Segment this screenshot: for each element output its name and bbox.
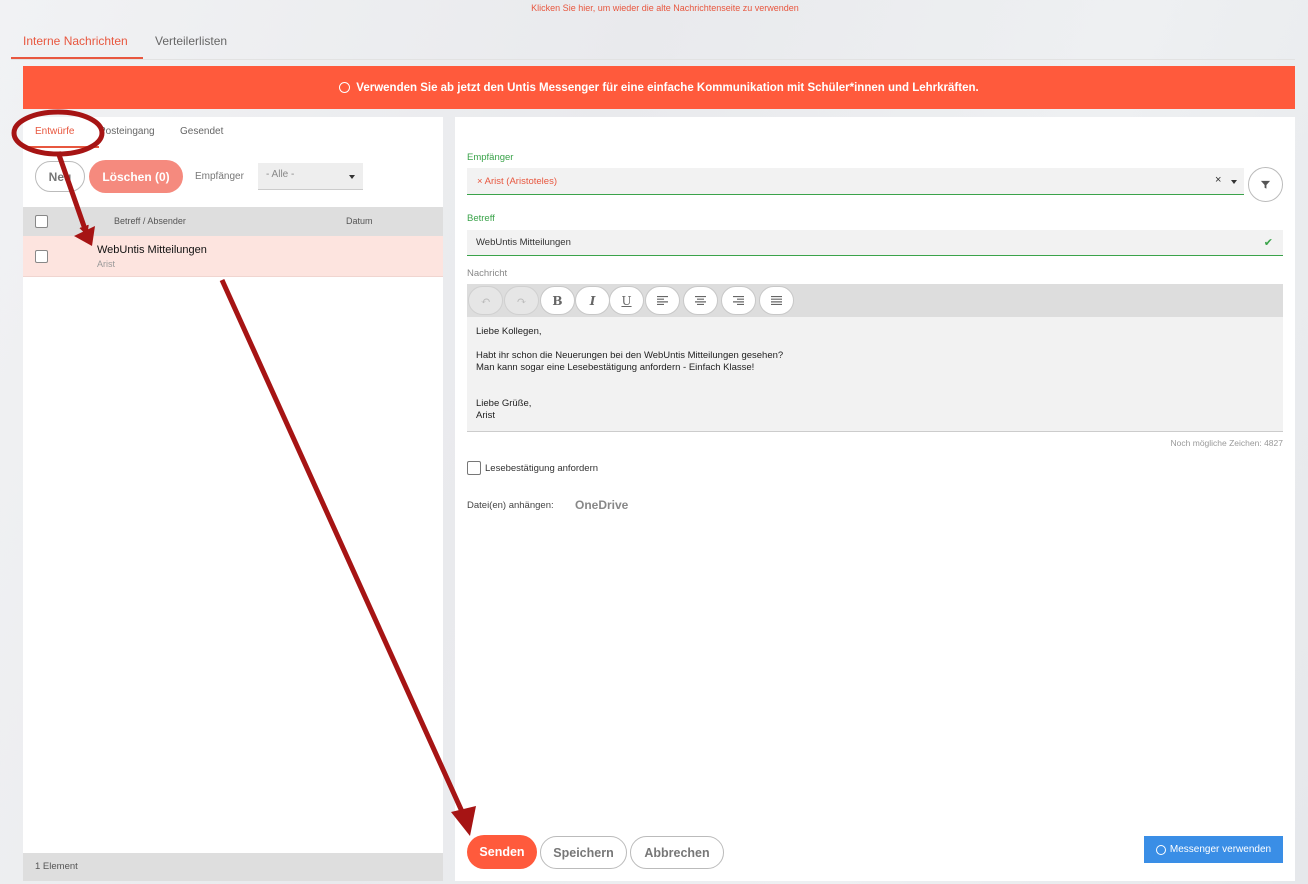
active-tab-indicator (11, 57, 143, 59)
justify-icon[interactable] (759, 286, 794, 315)
messenger-button[interactable]: Messenger verwenden (1144, 836, 1283, 863)
message-label: Nachricht (467, 268, 508, 279)
tab-interne-nachrichten[interactable]: Interne Nachrichten (23, 34, 128, 48)
recipient-filter-select[interactable]: - Alle - (258, 163, 363, 190)
save-button[interactable]: Speichern (540, 836, 627, 869)
message-line: Man kann sogar eine Lesebestätigung anfo… (476, 362, 755, 373)
message-line (476, 338, 1274, 350)
banner-text: Verwenden Sie ab jetzt den Untis Messeng… (356, 81, 979, 94)
caret-down-icon[interactable] (1231, 180, 1237, 184)
subtab-indicator (23, 146, 99, 148)
column-date[interactable]: Datum (346, 216, 373, 226)
messenger-banner[interactable]: Verwenden Sie ab jetzt den Untis Messeng… (23, 66, 1295, 109)
filter-icon (1260, 180, 1271, 189)
underline-icon[interactable]: U (609, 286, 644, 315)
read-receipt-label[interactable]: Lesebestätigung anfordern (485, 463, 598, 474)
delete-button[interactable]: Löschen (0) (89, 160, 183, 193)
row-subject: WebUntis Mitteilungen (97, 244, 207, 256)
recipient-label: Empfänger (467, 152, 514, 163)
redo-icon[interactable]: ↷ (504, 286, 539, 315)
chip-label: Arist (Aristoteles) (484, 176, 557, 187)
message-line (476, 386, 1274, 398)
chars-remaining: Noch mögliche Zeichen: 4827 (1170, 438, 1283, 448)
recipient-filter-value: - Alle - (266, 169, 295, 180)
italic-icon[interactable]: I (575, 286, 610, 315)
caret-down-icon (349, 175, 355, 179)
message-list-panel: Entwürfe Posteingang Gesendet Neu Lösche… (23, 117, 443, 881)
clear-icon[interactable]: × (1215, 174, 1221, 186)
compose-panel: Empfänger × Arist (Aristoteles) × Betref… (455, 117, 1295, 881)
chip-remove-icon[interactable]: × (477, 176, 485, 187)
select-all-checkbox[interactable] (35, 215, 48, 228)
subject-input[interactable]: WebUntis Mitteilungen ✔ (467, 230, 1283, 256)
message-line (476, 374, 1274, 386)
tab-entwuerfe[interactable]: Entwürfe (35, 126, 74, 137)
chat-bubble-icon (1155, 844, 1166, 855)
subject-value: WebUntis Mitteilungen (476, 237, 571, 248)
recipient-chip[interactable]: × Arist (Aristoteles) (477, 176, 557, 187)
chat-bubble-icon (339, 82, 351, 93)
tabs-divider (11, 59, 1295, 60)
message-line: Habt ihr schon die Neuerungen bei den We… (476, 350, 784, 361)
read-receipt-checkbox[interactable] (467, 461, 481, 475)
cancel-button[interactable]: Abbrechen (630, 836, 724, 869)
list-footer: 1 Element (23, 853, 443, 881)
row-checkbox[interactable] (35, 250, 48, 263)
tab-gesendet[interactable]: Gesendet (180, 126, 223, 137)
subject-label: Betreff (467, 213, 495, 224)
send-button[interactable]: Senden (467, 835, 537, 869)
undo-icon[interactable]: ↶ (468, 286, 503, 315)
attach-label: Datei(en) anhängen: (467, 500, 554, 511)
row-sender: Arist (97, 259, 115, 269)
align-right-icon[interactable] (721, 286, 756, 315)
bold-icon[interactable]: B (540, 286, 575, 315)
message-line: Arist (476, 410, 495, 421)
recipient-input[interactable]: × Arist (Aristoteles) × (467, 168, 1244, 195)
editor-toolbar: ↶ ↷ B I U (467, 284, 1283, 317)
tab-posteingang[interactable]: Posteingang (99, 126, 155, 137)
old-messages-link[interactable]: Klicken Sie hier, um wieder die alte Nac… (0, 3, 1308, 13)
message-line: Liebe Grüße, (476, 398, 532, 409)
align-center-icon[interactable] (683, 286, 718, 315)
table-row[interactable]: WebUntis Mitteilungen Arist (23, 236, 443, 277)
new-message-button[interactable]: Neu (35, 161, 85, 192)
messenger-button-label: Messenger verwenden (1169, 844, 1272, 855)
tab-verteilerlisten[interactable]: Verteilerlisten (155, 34, 227, 48)
align-left-icon[interactable] (645, 286, 680, 315)
filter-button[interactable] (1248, 167, 1283, 202)
check-icon: ✔ (1263, 237, 1273, 249)
message-line: Liebe Kollegen, (476, 326, 542, 337)
list-header: Betreff / Absender Datum (23, 207, 443, 236)
recipient-filter-label: Empfänger (195, 171, 244, 182)
onedrive-link[interactable]: OneDrive (575, 498, 628, 512)
column-subject[interactable]: Betreff / Absender (114, 216, 186, 226)
message-editor[interactable]: Liebe Kollegen, Habt ihr schon die Neuer… (467, 317, 1283, 432)
